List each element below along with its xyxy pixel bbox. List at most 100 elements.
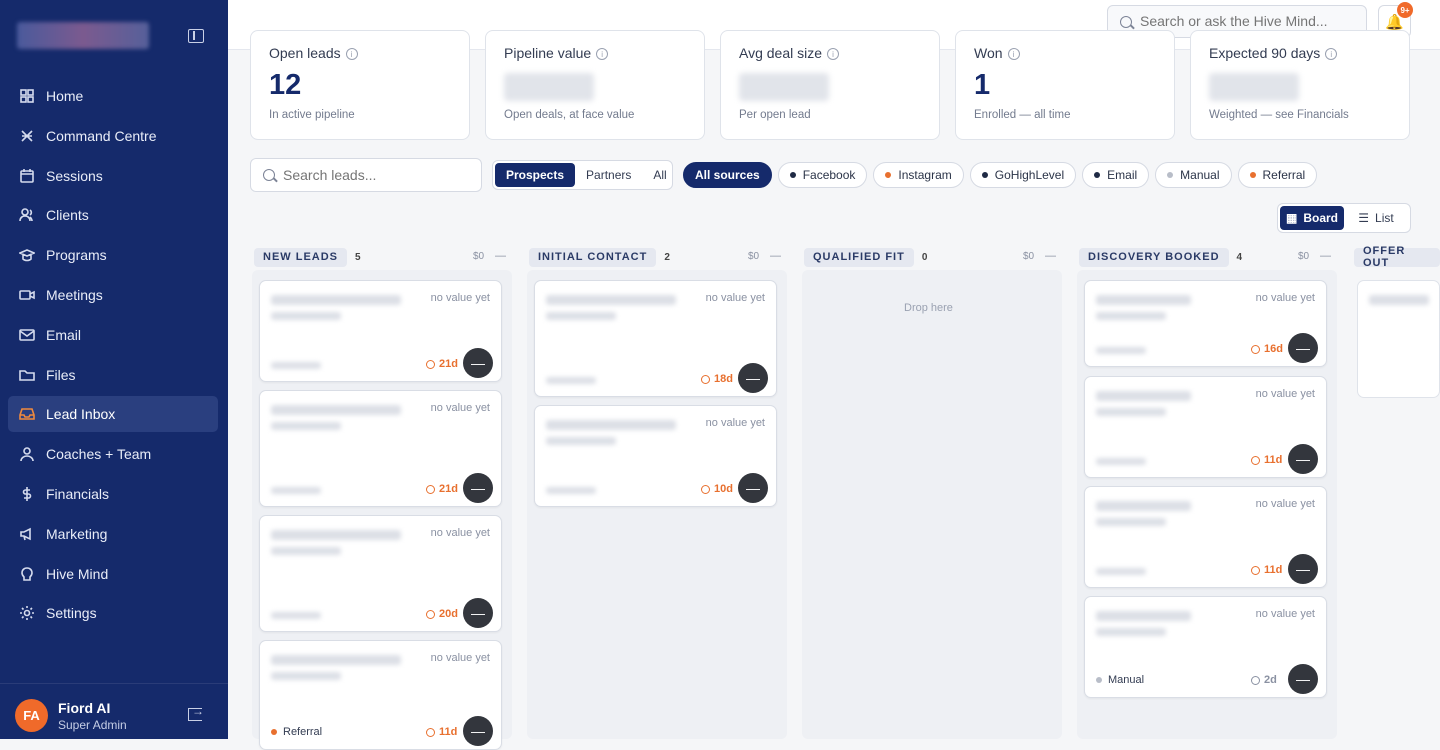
lead-action-button[interactable]: — [463, 716, 493, 746]
lead-contact-redacted [271, 312, 341, 320]
drop-zone[interactable]: Drop here [904, 302, 953, 314]
sidebar-item-sessions[interactable]: Sessions [8, 158, 218, 194]
lead-name-redacted [1096, 611, 1191, 621]
lead-card[interactable]: no value yet 20d — [259, 515, 502, 632]
lead-action-button[interactable]: — [738, 473, 768, 503]
kpi-card: Expected 90 days i Weighted — see Financia… [1190, 30, 1410, 140]
lead-action-button[interactable]: — [1288, 554, 1318, 584]
gear-icon [19, 605, 35, 621]
lead-value: no value yet [430, 652, 490, 664]
source-dot [1096, 677, 1102, 683]
brand-logo[interactable] [17, 22, 149, 49]
clock-icon [426, 609, 435, 619]
lead-search[interactable] [250, 158, 482, 192]
lead-value: no value yet [430, 402, 490, 414]
info-icon[interactable]: i [345, 48, 358, 60]
column-collapse-button[interactable]: — [495, 250, 506, 262]
lead-card[interactable]: no value yet 21d — [259, 390, 502, 507]
lead-action-button[interactable]: — [463, 473, 493, 503]
lead-card[interactable]: no value yet 11d — [1084, 376, 1327, 478]
sidebar-item-label: Meetings [46, 286, 103, 303]
kpi-value: 1 [974, 69, 991, 101]
lead-contact-redacted [1096, 408, 1166, 416]
global-search-input[interactable] [1140, 13, 1360, 29]
lead-card[interactable]: no value yet 18d — [534, 280, 777, 397]
board-column [802, 270, 1062, 739]
sidebar-item-settings[interactable]: Settings [8, 595, 218, 631]
kpi-card: Avg deal size i Per open lead [720, 30, 940, 140]
sidebar-item-label: Clients [46, 207, 89, 224]
sidebar-item-meetings[interactable]: Meetings [8, 277, 218, 313]
segment-prospects[interactable]: Prospects [495, 163, 576, 187]
user-panel: FA Fiord AI Super Admin [0, 683, 228, 739]
sidebar-item-command-centre[interactable]: Command Centre [8, 118, 218, 154]
segment-all[interactable]: All [642, 163, 677, 187]
lead-search-input[interactable] [283, 167, 473, 183]
sidebar-item-email[interactable]: Email [8, 317, 218, 353]
users-icon [19, 207, 35, 223]
segment-partners[interactable]: Partners [575, 163, 642, 187]
lead-card[interactable]: no value yet 10d — [534, 405, 777, 507]
clock-icon [701, 374, 710, 384]
source-chip-email[interactable]: Email [1082, 162, 1150, 188]
lead-action-button[interactable]: — [1288, 664, 1318, 694]
sidebar-item-hive-mind[interactable]: Hive Mind [8, 556, 218, 592]
sidebar-item-financials[interactable]: Financials [8, 476, 218, 512]
sidebar-item-home[interactable]: Home [8, 78, 218, 114]
logout-icon[interactable] [188, 704, 204, 721]
sidebar-item-marketing[interactable]: Marketing [8, 516, 218, 552]
sidebar-item-files[interactable]: Files [8, 357, 218, 393]
avatar[interactable]: FA [15, 699, 48, 732]
user-role: Super Admin [58, 718, 127, 732]
home-icon [19, 88, 35, 104]
lead-action-button[interactable]: — [1288, 333, 1318, 363]
sidebar-collapse-icon[interactable] [188, 29, 204, 43]
source-chip-manual[interactable]: Manual [1155, 162, 1232, 188]
source-chip-all-sources[interactable]: All sources [683, 162, 772, 188]
column-title: INITIAL CONTACT [529, 247, 657, 267]
lead-value: no value yet [1255, 388, 1315, 400]
kpi-label: Avg deal size i [739, 45, 840, 61]
column-collapse-button[interactable]: — [1045, 250, 1056, 262]
lead-card[interactable]: no value yet Referral 11d — [259, 640, 502, 750]
sidebar-item-coaches-team[interactable]: Coaches + Team [8, 436, 218, 472]
lead-card[interactable] [1357, 280, 1440, 398]
column-collapse-button[interactable]: — [770, 250, 781, 262]
source-chip-gohighlevel[interactable]: GoHighLevel [969, 162, 1077, 188]
info-icon[interactable]: i [1007, 48, 1020, 60]
source-chip-referral[interactable]: Referral [1237, 162, 1318, 188]
list-view-button[interactable]: ☰ List [1344, 206, 1408, 230]
info-icon[interactable]: i [1325, 48, 1338, 60]
column-amount: $0 [1023, 251, 1035, 262]
column-header: NEW LEADS 5 [254, 247, 361, 267]
source-chip-instagram[interactable]: Instagram [873, 162, 964, 188]
lead-value: no value yet [705, 292, 765, 304]
column-collapse-button[interactable]: — [1320, 250, 1331, 262]
kpi-label: Expected 90 days i [1209, 45, 1338, 61]
sidebar-item-lead-inbox[interactable]: Lead Inbox [8, 396, 218, 433]
lead-age: 11d [1251, 564, 1282, 576]
sidebar-item-clients[interactable]: Clients [8, 197, 218, 233]
board-view-button[interactable]: ▦ Board [1280, 206, 1344, 230]
lead-card[interactable]: no value yet 21d — [259, 280, 502, 382]
kpi-subtitle: Weighted — see Financials [1209, 109, 1349, 121]
sidebar-item-label: Coaches + Team [46, 446, 152, 463]
source-chip-facebook[interactable]: Facebook [777, 162, 868, 188]
lead-action-button[interactable]: — [463, 598, 493, 628]
lead-card[interactable]: no value yet 11d — [1084, 486, 1327, 588]
info-icon[interactable]: i [596, 48, 609, 60]
kpi-value-redacted [739, 73, 829, 101]
lead-card[interactable]: no value yet Manual 2d — [1084, 596, 1327, 698]
lead-name-redacted [546, 420, 676, 430]
lead-action-button[interactable]: — [1288, 444, 1318, 474]
lead-source: Referral [271, 726, 322, 738]
lead-contact-redacted [546, 437, 616, 445]
lead-card[interactable]: no value yet 16d — [1084, 280, 1327, 367]
sidebar-item-programs[interactable]: Programs [8, 237, 218, 273]
info-icon[interactable]: i [827, 48, 840, 60]
lead-action-button[interactable]: — [463, 348, 493, 378]
kpi-card: Pipeline value i Open deals, at face value [485, 30, 705, 140]
kpi-value: 12 [269, 69, 302, 101]
sidebar-item-label: Settings [46, 605, 97, 622]
lead-action-button[interactable]: — [738, 363, 768, 393]
